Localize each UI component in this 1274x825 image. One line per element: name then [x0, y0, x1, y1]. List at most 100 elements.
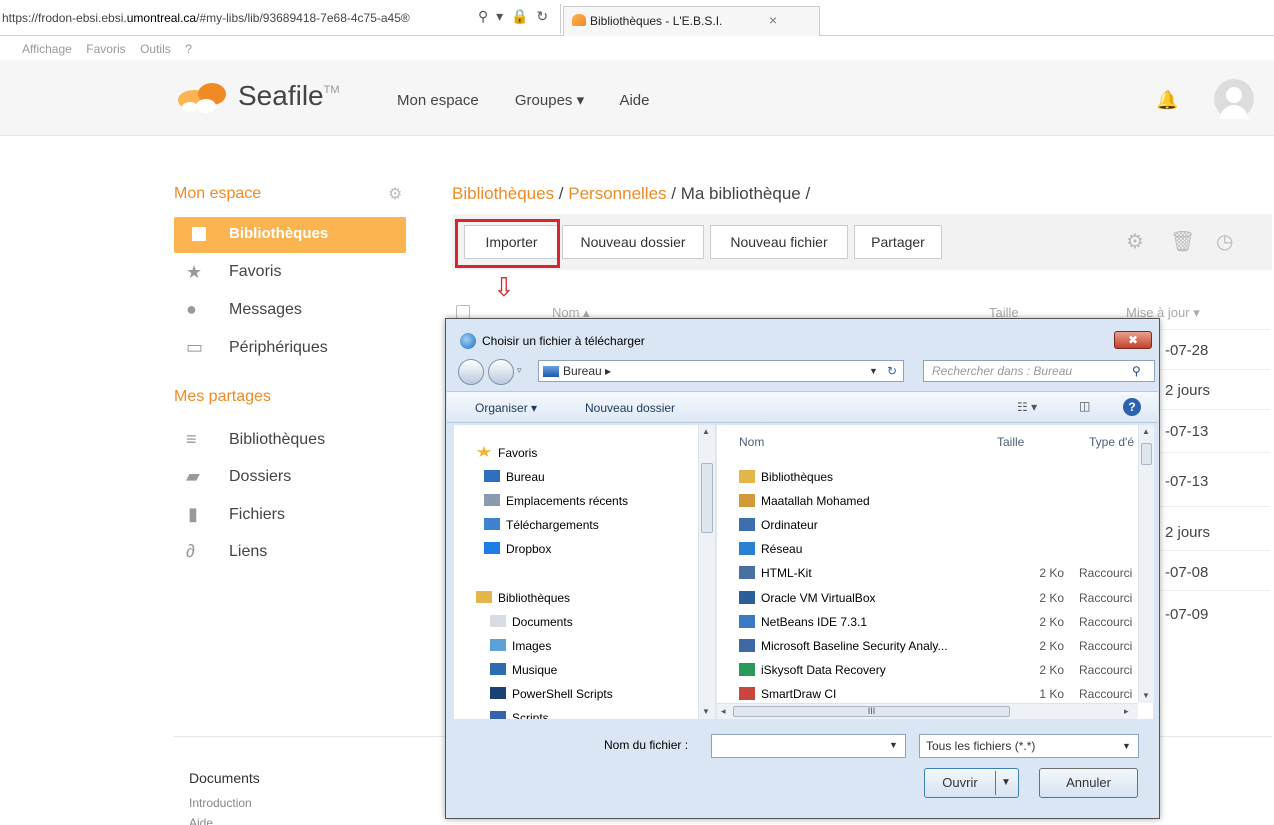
nav-aide[interactable]: Aide [619, 92, 649, 109]
open-button[interactable]: Ouvrir ▼ [924, 768, 1019, 798]
dialog-search-input[interactable]: Rechercher dans : Bureau ⚲ [923, 360, 1155, 382]
menu-help[interactable]: ? [185, 42, 192, 56]
nav-groupes[interactable]: Groupes ▾ [515, 92, 584, 109]
view-options-icon[interactable]: ☷ ▾ [1017, 400, 1037, 414]
chevron-down-icon[interactable]: ▼ [1122, 741, 1131, 751]
filetype-select[interactable]: Tous les fichiers (*.*) ▼ [919, 734, 1139, 758]
nav-emplacements-recents[interactable]: Emplacements récents [484, 494, 628, 508]
nav-powershell-scripts[interactable]: PowerShell Scripts [490, 687, 613, 701]
row-date: -07-28 [1165, 342, 1209, 359]
menu-favoris[interactable]: Favoris [86, 42, 125, 56]
scroll-down-icon[interactable]: ▼ [1142, 691, 1150, 700]
list-item[interactable]: HTML-Kit 2 Ko Raccourci [739, 566, 1139, 586]
sidebar-item-liens[interactable]: Liens [229, 543, 267, 561]
row-date: -07-09 [1165, 606, 1209, 623]
sidebar-item-bibliotheques[interactable]: Bibliothèques [174, 217, 406, 253]
preview-pane-icon[interactable]: ◫ [1079, 399, 1090, 413]
forward-button[interactable] [488, 359, 514, 385]
close-icon[interactable]: ✖ [1114, 331, 1152, 349]
chevron-down-icon[interactable]: ▼ [889, 740, 898, 750]
seafile-logo-text[interactable]: SeafileTM [238, 80, 340, 112]
chevron-down-icon[interactable]: ▼ [1001, 769, 1011, 797]
nav-mon-espace[interactable]: Mon espace [397, 92, 479, 109]
address-path[interactable]: Bureau ▸ [563, 361, 611, 381]
dialog-address-bar[interactable]: Bureau ▸ ▼ ↻ [538, 360, 904, 382]
divider [1160, 329, 1270, 330]
sidebar-item-fichiers[interactable]: Fichiers [229, 506, 285, 524]
file-list-hscrollbar[interactable]: ◂ III ▸ [717, 703, 1138, 719]
url-text[interactable]: https://frodon-ebsi.ebsi.umontreal.ca/#m… [2, 11, 472, 25]
scrollbar-thumb[interactable] [701, 463, 713, 533]
nav-documents[interactable]: Documents [490, 615, 573, 629]
file-list-scrollbar[interactable]: ▲ ▼ [1138, 425, 1154, 703]
col-size[interactable]: Taille [997, 435, 1024, 449]
new-folder-button[interactable]: Nouveau dossier [562, 225, 704, 259]
select-all-checkbox[interactable] [456, 305, 470, 319]
nav-scripts[interactable]: Scripts [490, 711, 549, 719]
footer-link-aide[interactable]: Aide [189, 816, 213, 825]
search-icon[interactable]: ⚲ [1132, 361, 1141, 381]
bell-icon[interactable]: 🔔 [1156, 90, 1178, 111]
scroll-right-icon[interactable]: ▸ [1124, 706, 1129, 717]
sidebar-item-peripheriques[interactable]: Périphériques [229, 339, 328, 357]
open-label: Ouvrir [942, 775, 978, 790]
share-button[interactable]: Partager [854, 225, 942, 259]
menu-outils[interactable]: Outils [140, 42, 171, 56]
chevron-down-icon[interactable]: ▼ [869, 361, 878, 381]
scrollbar-thumb[interactable] [1141, 443, 1152, 465]
url-tool-icons[interactable]: ⚲ ▾ 🔒 ↻ [478, 8, 550, 25]
new-folder-button[interactable]: Nouveau dossier [585, 401, 675, 415]
scroll-up-icon[interactable]: ▲ [702, 427, 710, 436]
menu-affichage[interactable]: Affichage [22, 42, 72, 56]
settings-icon[interactable]: ⚙ [1126, 229, 1144, 254]
list-item[interactable]: NetBeans IDE 7.3.1 2 Ko Raccourci [739, 615, 1139, 635]
sidebar-item-dossiers[interactable]: Dossiers [229, 468, 291, 486]
list-item[interactable]: Microsoft Baseline Security Analy... 2 Ko… [739, 639, 1139, 659]
list-item[interactable]: Bibliothèques [739, 470, 1139, 490]
scrollbar-thumb[interactable]: III [733, 706, 1010, 717]
recent-pages-dropdown[interactable]: ▿ [517, 365, 522, 376]
libraries-icon [739, 470, 755, 483]
scroll-left-icon[interactable]: ◂ [721, 706, 726, 717]
list-item[interactable]: iSkysoft Data Recovery 2 Ko Raccourci [739, 663, 1139, 683]
list-item[interactable]: Ordinateur [739, 518, 1139, 538]
nav-bureau[interactable]: Bureau [484, 470, 545, 484]
browser-tab[interactable]: Bibliothèques - L'E.B.S.I. × [563, 6, 820, 36]
trash-icon[interactable]: 🗑 [1170, 229, 1195, 254]
back-button[interactable] [458, 359, 484, 385]
sidebar-item-messages[interactable]: Messages [229, 301, 302, 319]
footer-link-introduction[interactable]: Introduction [189, 796, 252, 810]
organize-menu[interactable]: Organiser ▾ [475, 401, 537, 415]
nav-favoris[interactable]: Favoris [476, 446, 537, 460]
browser-address-bar[interactable]: https://frodon-ebsi.ebsi.umontreal.ca/#m… [0, 0, 1274, 36]
history-icon[interactable]: ◷ [1216, 229, 1233, 254]
powershell-icon [490, 687, 506, 699]
col-name[interactable]: Nom [739, 435, 764, 449]
filename-label: Nom du fichier : [604, 738, 689, 752]
gear-icon[interactable]: ⚙ [388, 184, 402, 204]
list-item[interactable]: Maatallah Mohamed [739, 494, 1139, 514]
nav-bibliotheques[interactable]: Bibliothèques [476, 591, 570, 605]
tab-close-icon[interactable]: × [769, 12, 777, 28]
crumb-bibliotheques[interactable]: Bibliothèques [452, 184, 554, 203]
col-type[interactable]: Type d'é [1089, 435, 1135, 449]
nav-images[interactable]: Images [490, 639, 551, 653]
sidebar-item-favoris[interactable]: Favoris [229, 263, 281, 281]
avatar[interactable] [1214, 79, 1254, 119]
refresh-icon[interactable]: ↻ [887, 361, 897, 381]
nav-musique[interactable]: Musique [490, 663, 557, 677]
list-item[interactable]: Oracle VM VirtualBox 2 Ko Raccourci [739, 591, 1139, 611]
list-item[interactable]: Réseau [739, 542, 1139, 562]
filename-input[interactable]: ▼ [711, 734, 906, 758]
nav-telechargements[interactable]: Téléchargements [484, 518, 599, 532]
crumb-personnelles[interactable]: Personnelles [568, 184, 666, 203]
help-icon[interactable]: ? [1123, 398, 1141, 416]
nav-pane-scrollbar[interactable]: ▲ ▼ [698, 425, 715, 719]
scroll-down-icon[interactable]: ▼ [702, 707, 710, 716]
scroll-up-icon[interactable]: ▲ [1142, 427, 1150, 436]
cancel-button[interactable]: Annuler [1039, 768, 1138, 798]
seafile-logo-icon[interactable] [176, 80, 234, 114]
sidebar-item-shared-bibliotheques[interactable]: Bibliothèques [229, 431, 325, 449]
new-file-button[interactable]: Nouveau fichier [710, 225, 848, 259]
nav-dropbox[interactable]: Dropbox [484, 542, 551, 556]
